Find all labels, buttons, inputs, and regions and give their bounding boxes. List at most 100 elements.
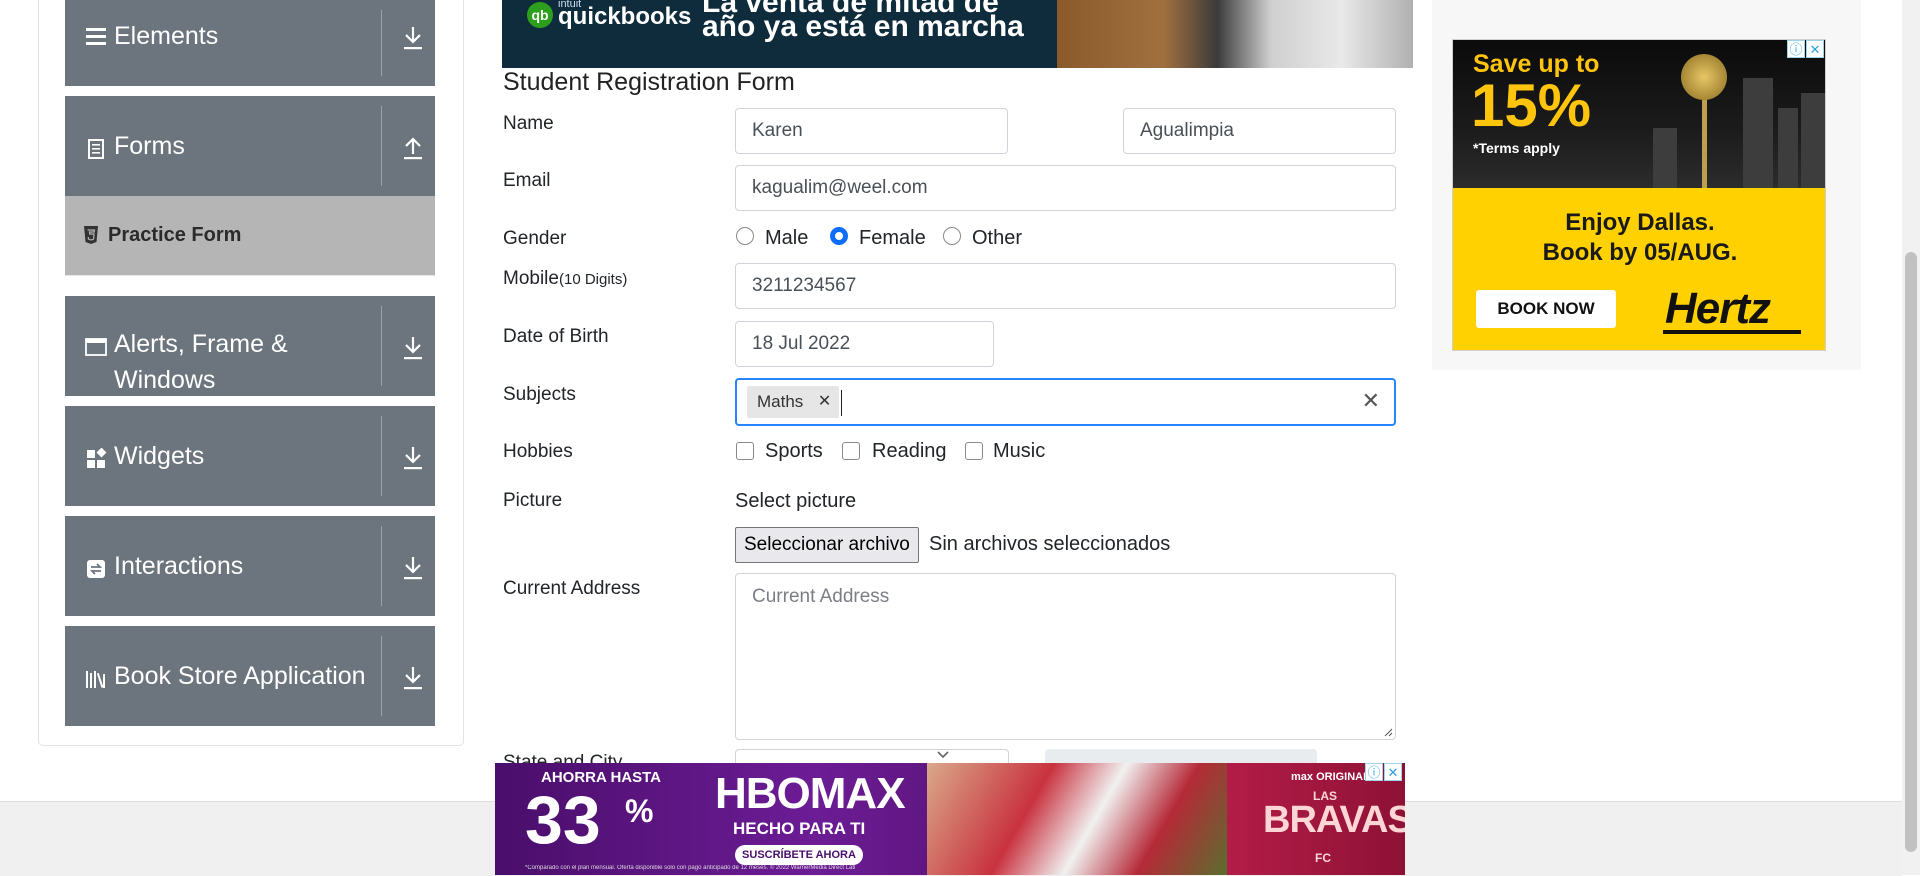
ad-headline-line2: año ya está en marcha	[702, 10, 1024, 43]
ad-brand: quickbooks	[558, 3, 692, 30]
ad-tower-ball	[1681, 54, 1727, 100]
sidebar-group-label: Forms	[114, 132, 185, 160]
ad-info-icon[interactable]: ⓘ	[1787, 40, 1805, 58]
ad-building	[1801, 93, 1825, 188]
sidebar-group-widgets[interactable]: Widgets	[65, 406, 435, 506]
download-icon[interactable]	[401, 554, 425, 582]
divider	[381, 306, 382, 386]
first-name-input[interactable]: Karen	[735, 108, 1008, 154]
picture-label: Picture	[503, 490, 563, 511]
subjects-input[interactable]: Maths ✕ ✕	[735, 378, 1396, 426]
sidebar-group-label: Interactions	[114, 552, 244, 580]
sidebar-group-label: Book Store Application	[114, 662, 366, 690]
quickbooks-banner-ad[interactable]: qb intuit quickbooks La venta de mitad d…	[502, 0, 1413, 68]
download-icon[interactable]	[401, 664, 425, 692]
sidebar-item-label: Practice Form	[108, 224, 242, 246]
sidebar-group-label: Alerts, Frame &	[114, 330, 288, 358]
resize-handle-icon[interactable]	[1383, 727, 1393, 737]
hobby-label[interactable]: Sports	[765, 440, 823, 463]
sidebar-group-alerts[interactable]: Alerts, Frame & Windows	[65, 296, 435, 396]
mobile-hint: (10 Digits)	[558, 271, 628, 288]
ad-copy-line1: Enjoy Dallas.	[1565, 209, 1715, 236]
gender-option-label[interactable]: Other	[972, 227, 1022, 250]
gender-label: Gender	[503, 228, 567, 249]
page-title: Student Registration Form	[503, 68, 795, 96]
upload-icon[interactable]	[401, 134, 425, 162]
ad-tagline: HECHO PARA TI	[733, 819, 866, 838]
ad-copy: Enjoy Dallas. Book by 05/AUG.	[1453, 208, 1825, 268]
email-label: Email	[503, 170, 551, 191]
hobbies-label: Hobbies	[503, 441, 573, 462]
mobile-input[interactable]: 3211234567	[735, 263, 1396, 309]
gender-female-radio[interactable]	[830, 227, 848, 245]
book-now-button[interactable]: BOOK NOW	[1476, 290, 1616, 328]
gender-other-radio[interactable]	[943, 227, 961, 245]
scrollbar-thumb[interactable]	[1905, 252, 1917, 852]
gender-male-radio[interactable]	[736, 227, 754, 245]
ad-building	[1778, 108, 1798, 188]
last-name-input[interactable]: Agualimpia	[1123, 108, 1396, 154]
gender-option-label[interactable]: Female	[859, 227, 926, 250]
interactions-icon	[87, 560, 105, 578]
remove-chip-icon[interactable]: ✕	[818, 386, 831, 418]
hobby-sports-checkbox[interactable]	[736, 442, 754, 460]
download-icon[interactable]	[401, 24, 425, 52]
choose-file-button[interactable]: Seleccionar archivo	[735, 527, 919, 563]
text-caret	[841, 390, 842, 416]
select-picture-label: Select picture	[735, 490, 857, 512]
download-icon[interactable]	[401, 444, 425, 472]
sidebar-group-label: Elements	[114, 22, 219, 50]
sidebar-group-elements[interactable]: Elements	[65, 0, 435, 86]
quickbooks-logo-icon: qb	[527, 2, 553, 28]
ad-info-icon[interactable]: ⓘ	[1365, 763, 1383, 781]
current-address-label: Current Address	[503, 578, 641, 599]
divider	[381, 10, 382, 76]
hbomax-banner-ad[interactable]: AHORRA HASTA 33 % HBOMAX HECHO PARA TI S…	[495, 763, 1405, 875]
ad-close-icon[interactable]: ✕	[1384, 763, 1402, 781]
ad-discount-pct: %	[625, 793, 654, 829]
gender-option-label[interactable]: Male	[765, 227, 808, 250]
dob-label: Date of Birth	[503, 326, 609, 347]
date-of-birth-input[interactable]: 18 Jul 2022	[735, 321, 994, 367]
divider	[381, 526, 382, 606]
current-address-textarea[interactable]: Current Address	[735, 573, 1396, 740]
mobile-label-text: Mobile	[503, 268, 559, 289]
subject-chip-label: Maths	[757, 392, 804, 411]
sidebar-group-label: Widgets	[114, 442, 205, 470]
mobile-label: Mobile(10 Digits)	[503, 268, 627, 290]
sidebar-group-forms[interactable]: Forms	[65, 96, 435, 196]
divider	[381, 636, 382, 716]
hertz-logo: Hertz	[1665, 284, 1771, 333]
subject-chip: Maths ✕	[747, 386, 840, 418]
hobby-reading-checkbox[interactable]	[842, 442, 860, 460]
ad-copy-line2: Book by 05/AUG.	[1542, 239, 1738, 266]
ad-percent: 15%	[1471, 72, 1592, 139]
show-title: BRAVAS	[1263, 799, 1405, 841]
sidebar-group-label-line2: Windows	[114, 366, 216, 394]
form-doc-icon	[88, 139, 104, 159]
ad-photo	[1057, 0, 1413, 68]
ad-building	[1743, 78, 1773, 188]
ad-discount-number: 33	[525, 782, 601, 858]
file-status: Sin archivos seleccionados	[929, 533, 1171, 555]
sidebar-group-interactions[interactable]: Interactions	[65, 516, 435, 616]
ad-close-icon[interactable]: ✕	[1806, 40, 1824, 58]
page-scrollbar[interactable]	[1902, 0, 1920, 875]
subscribe-button[interactable]: SUSCRÍBETE AHORA	[735, 845, 863, 865]
sidebar-item-practice-form[interactable]: Practice Form	[65, 196, 435, 276]
html5-icon	[84, 226, 98, 244]
hobby-label[interactable]: Music	[993, 440, 1045, 463]
hobby-music-checkbox[interactable]	[965, 442, 983, 460]
download-icon[interactable]	[401, 334, 425, 362]
hertz-ad[interactable]: Save up to 15% *Terms apply Enjoy Dallas…	[1452, 39, 1826, 351]
sidebar-group-book-store[interactable]: Book Store Application	[65, 626, 435, 726]
hobby-label[interactable]: Reading	[872, 440, 947, 463]
clear-subjects-icon[interactable]: ✕	[1362, 388, 1380, 414]
chevron-down-icon	[937, 751, 949, 759]
ad-building	[1653, 128, 1677, 188]
ad-fine-print: *Comparado con el plan mensual. Oferta d…	[525, 865, 855, 871]
show-title-suffix: FC	[1315, 851, 1331, 865]
email-input[interactable]: kagualim@weel.com	[735, 165, 1396, 211]
ad-terms: *Terms apply	[1473, 140, 1560, 156]
logo-underline	[1663, 330, 1801, 334]
